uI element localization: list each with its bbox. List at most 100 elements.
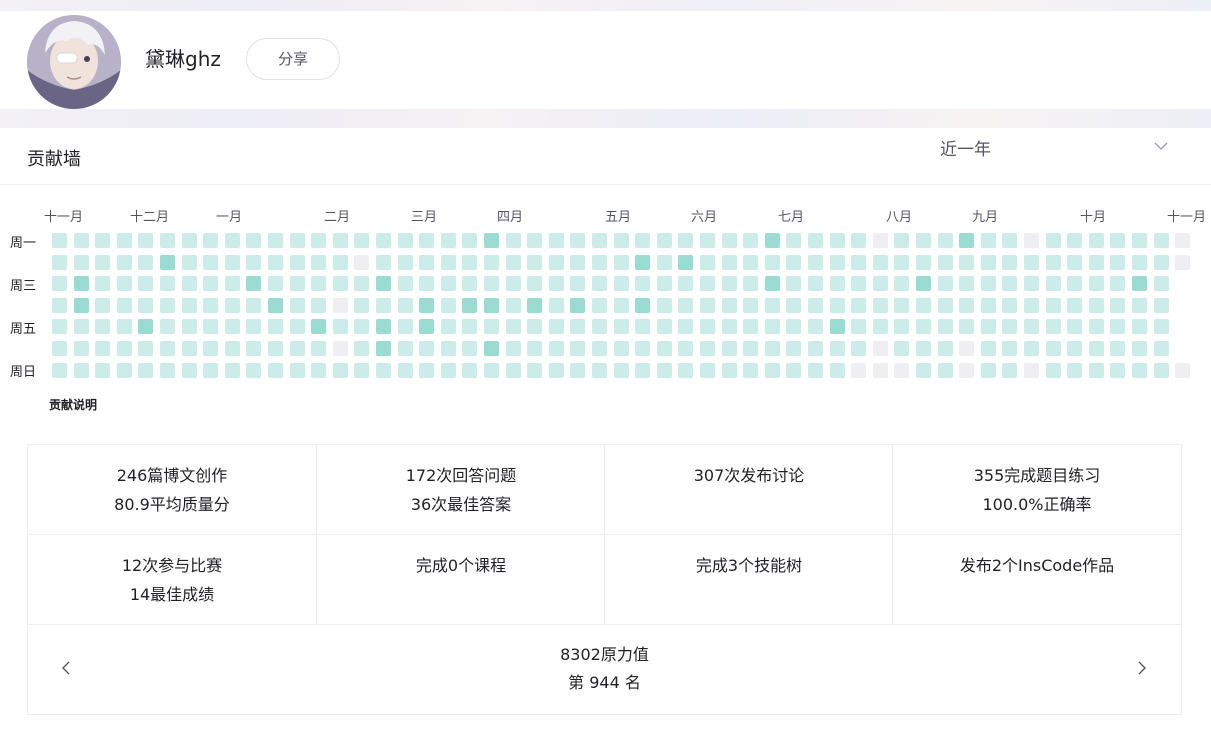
contribution-day[interactable] bbox=[462, 341, 477, 356]
contribution-day[interactable] bbox=[333, 255, 348, 270]
contribution-day[interactable] bbox=[333, 319, 348, 334]
contribution-day[interactable] bbox=[657, 341, 672, 356]
contribution-day[interactable] bbox=[851, 363, 866, 378]
contribution-day[interactable] bbox=[95, 341, 110, 356]
contribution-day[interactable] bbox=[1154, 233, 1169, 248]
contribution-day[interactable] bbox=[700, 363, 715, 378]
contribution-day[interactable] bbox=[592, 298, 607, 313]
contribution-day[interactable] bbox=[398, 341, 413, 356]
contribution-day[interactable] bbox=[700, 341, 715, 356]
contribution-day[interactable] bbox=[722, 363, 737, 378]
contribution-day[interactable] bbox=[1089, 341, 1104, 356]
contribution-day[interactable] bbox=[1110, 276, 1125, 291]
contribution-day[interactable] bbox=[873, 298, 888, 313]
contribution-day[interactable] bbox=[160, 233, 175, 248]
contribution-day[interactable] bbox=[117, 233, 132, 248]
contribution-day[interactable] bbox=[52, 276, 67, 291]
contribution-day[interactable] bbox=[74, 363, 89, 378]
contribution-day[interactable] bbox=[765, 319, 780, 334]
contribution-day[interactable] bbox=[203, 233, 218, 248]
contribution-day[interactable] bbox=[1067, 276, 1082, 291]
contribution-day[interactable] bbox=[52, 341, 67, 356]
contribution-day[interactable] bbox=[549, 341, 564, 356]
stat-exercises[interactable]: 355完成题目练习 100.0%正确率 bbox=[893, 445, 1181, 535]
contribution-day[interactable] bbox=[1046, 363, 1061, 378]
contribution-day[interactable] bbox=[225, 319, 240, 334]
contribution-day[interactable] bbox=[894, 363, 909, 378]
contribution-day[interactable] bbox=[506, 276, 521, 291]
contribution-day[interactable] bbox=[657, 233, 672, 248]
contribution-day[interactable] bbox=[1024, 233, 1039, 248]
contribution-day[interactable] bbox=[138, 319, 153, 334]
contribution-day[interactable] bbox=[74, 233, 89, 248]
contribution-day[interactable] bbox=[851, 233, 866, 248]
contribution-day[interactable] bbox=[830, 319, 845, 334]
contribution-day[interactable] bbox=[203, 341, 218, 356]
avatar[interactable] bbox=[27, 15, 121, 109]
contribution-day[interactable] bbox=[290, 255, 305, 270]
contribution-day[interactable] bbox=[182, 363, 197, 378]
contribution-day[interactable] bbox=[786, 255, 801, 270]
contribution-day[interactable] bbox=[851, 341, 866, 356]
contribution-day[interactable] bbox=[614, 298, 629, 313]
contribution-day[interactable] bbox=[441, 363, 456, 378]
contribution-day[interactable] bbox=[441, 276, 456, 291]
contribution-day[interactable] bbox=[484, 363, 499, 378]
contribution-day[interactable] bbox=[894, 341, 909, 356]
contribution-day[interactable] bbox=[1024, 363, 1039, 378]
contribution-day[interactable] bbox=[635, 319, 650, 334]
contribution-day[interactable] bbox=[1046, 255, 1061, 270]
contribution-day[interactable] bbox=[700, 233, 715, 248]
contribution-day[interactable] bbox=[1132, 298, 1147, 313]
contribution-day[interactable] bbox=[311, 341, 326, 356]
contribution-day[interactable] bbox=[1110, 298, 1125, 313]
contribution-day[interactable] bbox=[678, 255, 693, 270]
contribution-day[interactable] bbox=[268, 298, 283, 313]
contribution-day[interactable] bbox=[290, 363, 305, 378]
contribution-day[interactable] bbox=[916, 276, 931, 291]
contribution-day[interactable] bbox=[1175, 255, 1190, 270]
contribution-day[interactable] bbox=[225, 341, 240, 356]
contribution-day[interactable] bbox=[484, 276, 499, 291]
contribution-day[interactable] bbox=[959, 363, 974, 378]
contribution-day[interactable] bbox=[938, 255, 953, 270]
contribution-day[interactable] bbox=[484, 319, 499, 334]
contribution-day[interactable] bbox=[246, 298, 261, 313]
chevron-left-icon[interactable] bbox=[59, 660, 73, 676]
contribution-day[interactable] bbox=[311, 319, 326, 334]
contribution-day[interactable] bbox=[743, 255, 758, 270]
contribution-day[interactable] bbox=[1002, 319, 1017, 334]
contribution-day[interactable] bbox=[117, 298, 132, 313]
contribution-day[interactable] bbox=[1046, 319, 1061, 334]
contribution-day[interactable] bbox=[722, 276, 737, 291]
contribution-day[interactable] bbox=[1002, 298, 1017, 313]
contribution-day[interactable] bbox=[290, 298, 305, 313]
contribution-day[interactable] bbox=[290, 276, 305, 291]
contribution-day[interactable] bbox=[722, 233, 737, 248]
contribution-day[interactable] bbox=[1046, 233, 1061, 248]
contribution-day[interactable] bbox=[657, 319, 672, 334]
contribution-day[interactable] bbox=[398, 319, 413, 334]
contribution-day[interactable] bbox=[117, 276, 132, 291]
contribution-day[interactable] bbox=[722, 255, 737, 270]
contribution-day[interactable] bbox=[1110, 341, 1125, 356]
contribution-day[interactable] bbox=[268, 233, 283, 248]
contribution-day[interactable] bbox=[117, 255, 132, 270]
contribution-day[interactable] bbox=[786, 341, 801, 356]
contribution-day[interactable] bbox=[354, 255, 369, 270]
contribution-day[interactable] bbox=[981, 298, 996, 313]
contribution-day[interactable] bbox=[506, 233, 521, 248]
contribution-day[interactable] bbox=[1110, 233, 1125, 248]
contribution-day[interactable] bbox=[419, 341, 434, 356]
contribution-day[interactable] bbox=[462, 298, 477, 313]
contribution-day[interactable] bbox=[1132, 276, 1147, 291]
contribution-day[interactable] bbox=[722, 341, 737, 356]
contribution-day[interactable] bbox=[160, 363, 175, 378]
contribution-day[interactable] bbox=[722, 298, 737, 313]
contribution-day[interactable] bbox=[549, 255, 564, 270]
contribution-day[interactable] bbox=[246, 255, 261, 270]
contribution-day[interactable] bbox=[333, 363, 348, 378]
contribution-day[interactable] bbox=[959, 276, 974, 291]
contribution-day[interactable] bbox=[52, 255, 67, 270]
contribution-day[interactable] bbox=[268, 276, 283, 291]
